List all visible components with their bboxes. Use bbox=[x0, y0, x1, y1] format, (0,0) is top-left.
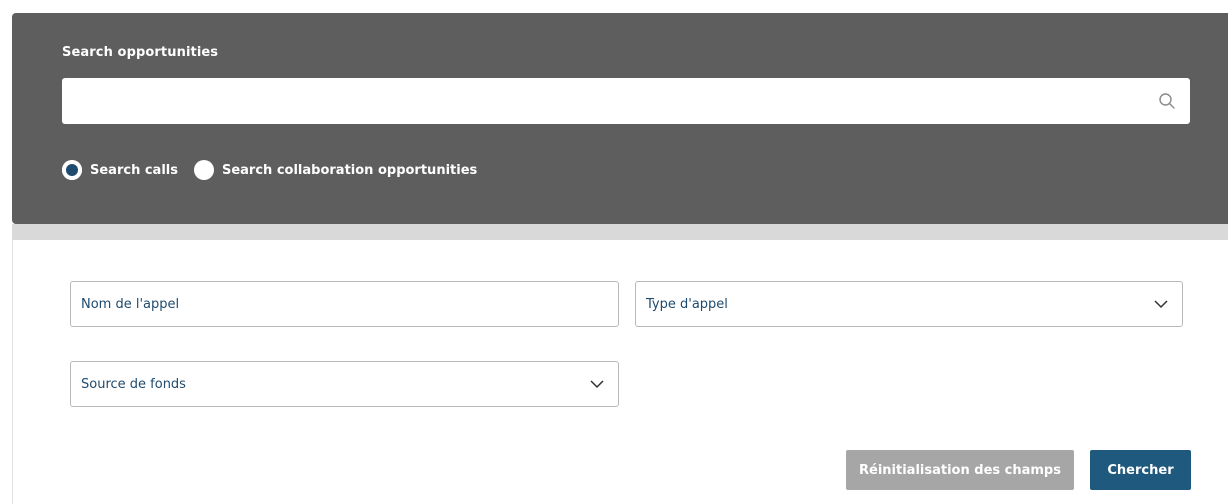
funding-source-select[interactable]: Source de fonds bbox=[70, 361, 619, 407]
radio-search-collaboration[interactable] bbox=[193, 160, 214, 180]
search-icon[interactable] bbox=[1158, 92, 1176, 110]
call-type-label: Type d'appel bbox=[646, 296, 728, 312]
search-input[interactable] bbox=[74, 78, 1148, 124]
radio-search-calls[interactable] bbox=[62, 160, 82, 180]
search-title: Search opportunities bbox=[62, 45, 219, 60]
search-type-radio-group: Search calls Search collaboration opport… bbox=[62, 160, 493, 180]
call-type-select[interactable]: Type d'appel bbox=[635, 281, 1183, 327]
filter-form: Nom de l'appel Type d'appel Source de fo… bbox=[12, 240, 1228, 504]
reset-fields-button[interactable]: Réinitialisation des champs bbox=[846, 450, 1074, 490]
search-box[interactable] bbox=[62, 78, 1190, 124]
section-divider bbox=[12, 224, 1228, 240]
radio-label-search-collaboration[interactable]: Search collaboration opportunities bbox=[222, 163, 477, 178]
page: Search opportunities Search calls Search… bbox=[0, 0, 1228, 504]
radio-label-search-calls[interactable]: Search calls bbox=[90, 163, 178, 178]
search-panel: Search opportunities Search calls Search… bbox=[12, 13, 1228, 224]
chevron-down-icon bbox=[590, 380, 604, 389]
funding-source-label: Source de fonds bbox=[81, 376, 186, 392]
call-name-field[interactable]: Nom de l'appel bbox=[70, 281, 619, 327]
chevron-down-icon bbox=[1154, 300, 1168, 309]
search-button[interactable]: Chercher bbox=[1090, 450, 1191, 490]
call-name-label: Nom de l'appel bbox=[81, 296, 180, 312]
